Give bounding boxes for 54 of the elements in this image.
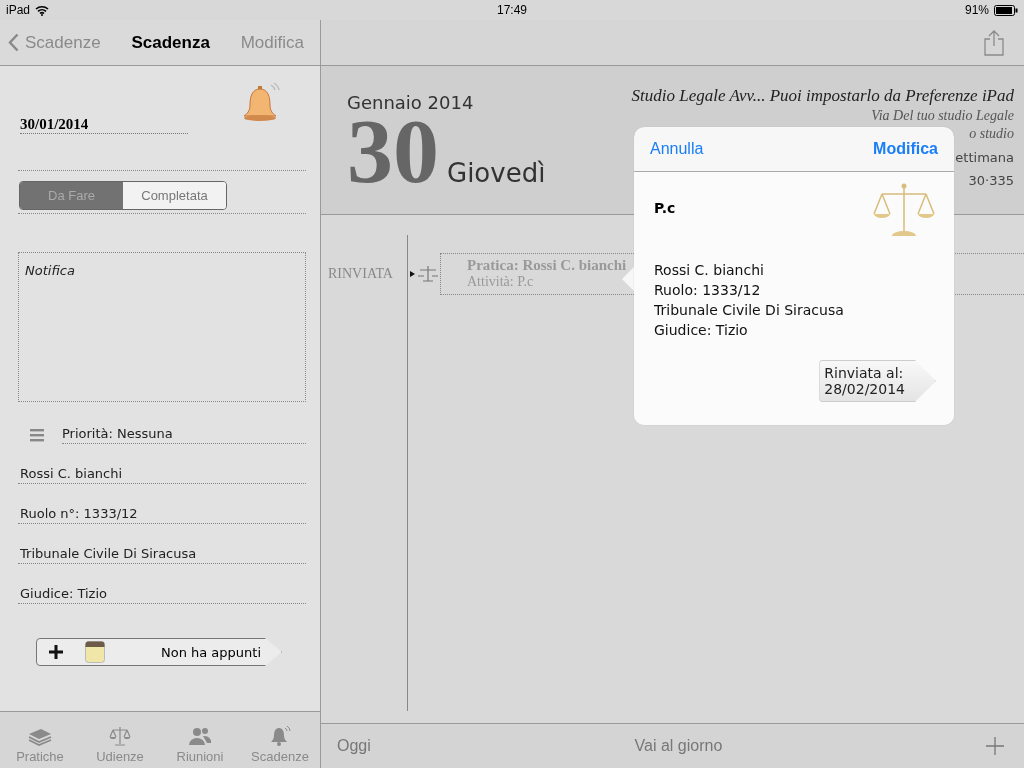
folders-icon [27,728,53,746]
event-title: Pratica: Rossi C. bianchi [467,257,627,274]
nav-title: Scadenza [131,32,210,53]
back-button[interactable]: Scadenze [8,32,101,53]
chevron-left-icon [8,33,19,52]
notes-field[interactable]: Notifica [18,252,306,402]
weekday-label: Giovedì [447,158,546,188]
device-name: iPad [6,3,31,17]
studio-address: o studio [969,126,1014,142]
edit-button[interactable]: Modifica [240,32,304,53]
detail-field: Rossi C. bianchi [18,466,306,484]
status-segment[interactable]: Completata [123,182,226,209]
scales-icon [872,182,936,238]
clock: 17:49 [497,3,527,17]
postponed-button[interactable]: Rinviata al: 28/02/2014 [819,360,936,402]
tab-bar-item[interactable]: Udienze [80,712,160,768]
plus-icon [49,645,63,659]
battery-percent: 91% [964,3,989,17]
detail-field: Ruolo n°: 1333/12 [18,506,306,524]
bell-icon [269,726,291,746]
wifi-icon [35,4,50,16]
status-segment[interactable]: Da Fare [20,182,123,209]
due-date: 30/01/2014 [20,116,189,134]
detail-field: Giudice: Tizio [18,586,306,604]
share-icon[interactable] [984,29,1004,56]
today-button[interactable]: Oggi [337,737,371,755]
notes-button[interactable]: Non ha appunti [36,638,282,666]
tab-bar-item[interactable]: Riunioni [160,712,240,768]
list-icon [30,428,44,442]
edit-button[interactable]: Modifica [873,140,938,158]
popover-detail: Giudice: Tizio [654,321,749,340]
tab-bar-item[interactable]: Scadenze [240,712,320,768]
priority-label: Priorità: Nessuna [62,426,306,444]
popover-title: P.c [654,200,676,216]
tab-bar-item[interactable]: Pratiche [0,712,80,768]
popover-detail: Ruolo: 1333/12 [654,281,762,300]
pointer-icon [410,271,415,277]
day-of-year: 30·335 [968,173,1014,188]
scales-icon [109,726,131,746]
week-label: ettimana [955,150,1014,165]
event-status: RINVIATA [327,266,394,282]
add-icon[interactable] [986,737,1004,755]
go-to-day-button[interactable]: Vai al giorno [634,737,723,755]
cancel-button[interactable]: Annulla [650,140,704,158]
notepad-icon [85,641,105,663]
detail-field: Tribunale Civile Di Siracusa [18,546,306,564]
popover-detail: Rossi C. bianchi [654,261,765,280]
people-icon [188,726,212,746]
event-activity: Attività: P.c [467,274,534,290]
popover-detail: Tribunale Civile Di Siracusa [654,301,845,320]
studio-address: Via Del tuo studio Legale [871,108,1014,124]
scales-icon [417,265,439,283]
studio-name: Studio Legale Avv... Puoi impostarlo da Preferenze iPad [631,86,1014,106]
battery-icon [994,4,1018,16]
